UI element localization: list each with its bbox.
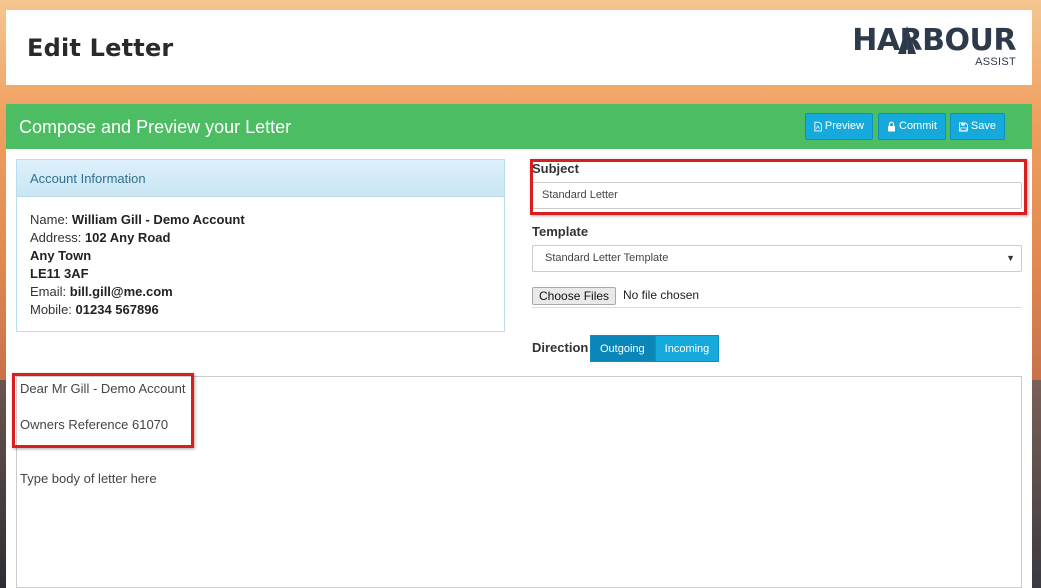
name-label: Name:	[30, 212, 69, 227]
file-pdf-icon	[814, 121, 822, 132]
account-information-heading: Account Information	[17, 160, 504, 197]
file-upload: Choose Files No file chosen	[532, 287, 1022, 308]
direction-label: Direction	[532, 340, 589, 355]
address-line2-row: Any Town	[30, 247, 504, 265]
mobile-value: 01234 567896	[75, 302, 159, 317]
choose-files-button[interactable]: Choose Files	[532, 287, 617, 305]
commit-label: Commit	[899, 120, 937, 132]
preview-button[interactable]: Preview	[805, 113, 873, 140]
account-email-row: Email: bill.gill@me.com	[30, 283, 504, 301]
email-value: bill.gill@me.com	[69, 284, 173, 299]
email-label: Email:	[30, 284, 67, 299]
save-button[interactable]: Save	[950, 113, 1005, 140]
account-address-row: Address: 102 Any Road	[30, 229, 504, 247]
subject-highlight-box	[530, 159, 1027, 215]
account-details: Name: William Gill - Demo Account Addres…	[17, 197, 504, 319]
harbour-assist-logo: HARBOUR ASSIST	[852, 24, 1016, 72]
logo-word: HARBOUR	[852, 23, 1016, 58]
address-label: Address:	[30, 230, 82, 245]
editor-body-placeholder: Type body of letter here	[20, 471, 157, 486]
template-selected-value: Standard Letter Template	[545, 252, 669, 264]
direction-outgoing-option[interactable]: Outgoing	[590, 335, 655, 362]
floppy-disk-icon	[959, 122, 968, 131]
address-line3: LE11 3AF	[30, 266, 89, 281]
commit-button[interactable]: Commit	[878, 113, 946, 140]
account-information-panel: Account Information Name: William Gill -…	[16, 159, 505, 332]
account-mobile-row: Mobile: 01234 567896	[30, 301, 504, 319]
direction-toggle: Outgoing Incoming	[590, 335, 720, 362]
panel-title: Compose and Preview your Letter	[19, 117, 292, 137]
template-select[interactable]: Standard Letter Template ▼	[532, 245, 1022, 272]
save-label: Save	[970, 120, 996, 132]
direction-incoming-option[interactable]: Incoming	[654, 335, 720, 362]
address-line2: Any Town	[30, 248, 92, 263]
editor-highlight-box	[12, 373, 194, 448]
account-name-row: Name: William Gill - Demo Account	[30, 211, 504, 229]
template-label: Template	[532, 224, 589, 239]
caret-down-icon: ▼	[1006, 253, 1015, 263]
mobile-label: Mobile:	[30, 302, 72, 317]
file-status-text: No file chosen	[623, 288, 700, 302]
name-value: William Gill - Demo Account	[71, 212, 245, 227]
lock-icon	[888, 121, 895, 132]
address-line1: 102 Any Road	[84, 230, 171, 245]
logo-subtitle: ASSIST	[975, 56, 1016, 68]
address-line3-row: LE11 3AF	[30, 265, 504, 283]
preview-label: Preview	[824, 120, 864, 132]
page-title: Edit Letter	[27, 34, 174, 62]
panel-header-bar: Compose and Preview your Letter Preview …	[6, 104, 1032, 149]
page-header: Edit Letter HARBOUR ASSIST	[6, 10, 1032, 85]
